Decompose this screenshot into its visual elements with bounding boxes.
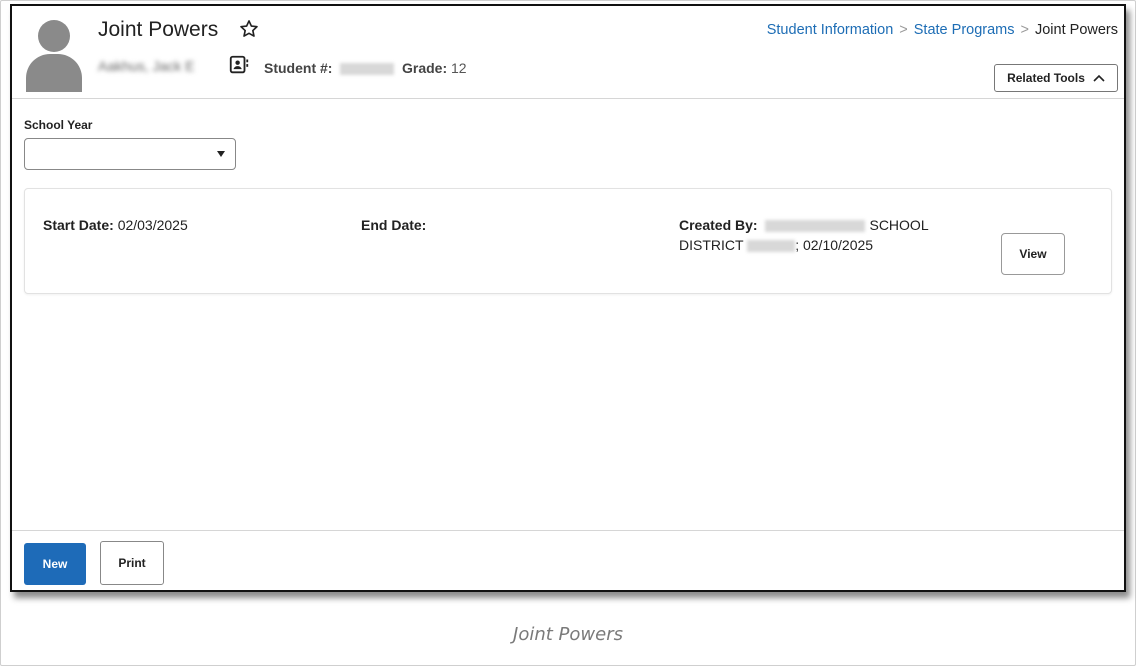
image-caption: Joint Powers	[513, 624, 623, 645]
star-outline-icon[interactable]	[238, 18, 260, 40]
app-window: Joint Powers Aakhus, Jack E Student #: G…	[10, 4, 1126, 592]
new-button[interactable]: New	[24, 543, 86, 585]
start-date-field: Start Date: 02/03/2025	[43, 217, 188, 233]
student-name: Aakhus, Jack E	[98, 58, 195, 74]
school-year-select[interactable]	[24, 138, 236, 170]
view-button[interactable]: View	[1001, 233, 1065, 275]
student-grade: Grade: 12	[402, 60, 467, 76]
breadcrumb-state-programs[interactable]: State Programs	[914, 22, 1015, 38]
breadcrumb-joint-powers: Joint Powers	[1034, 22, 1118, 38]
page-title: Joint Powers	[98, 18, 219, 41]
contact-card-icon[interactable]	[228, 54, 250, 76]
chevron-up-icon	[1093, 74, 1105, 82]
breadcrumb-separator: >	[1020, 22, 1029, 38]
print-button[interactable]: Print	[100, 541, 164, 585]
created-by-field: Created By: SCHOOL DISTRICT ; 02/10/2025	[679, 217, 929, 253]
end-date-field: End Date:	[361, 217, 427, 233]
joint-powers-record-card: Start Date: 02/03/2025 End Date: Created…	[24, 188, 1112, 294]
student-number: Student #:	[264, 60, 395, 76]
related-tools-button[interactable]: Related Tools	[994, 64, 1118, 92]
action-bar: New Print	[12, 530, 1124, 591]
student-avatar	[26, 18, 82, 92]
breadcrumb-separator: >	[899, 22, 908, 38]
breadcrumb: Student Information > State Programs > Joint…	[767, 22, 1118, 38]
page-header: Joint Powers Aakhus, Jack E Student #: G…	[12, 6, 1124, 99]
school-year-label: School Year	[24, 118, 93, 132]
caret-down-icon	[217, 151, 225, 157]
breadcrumb-student-information[interactable]: Student Information	[767, 22, 894, 38]
